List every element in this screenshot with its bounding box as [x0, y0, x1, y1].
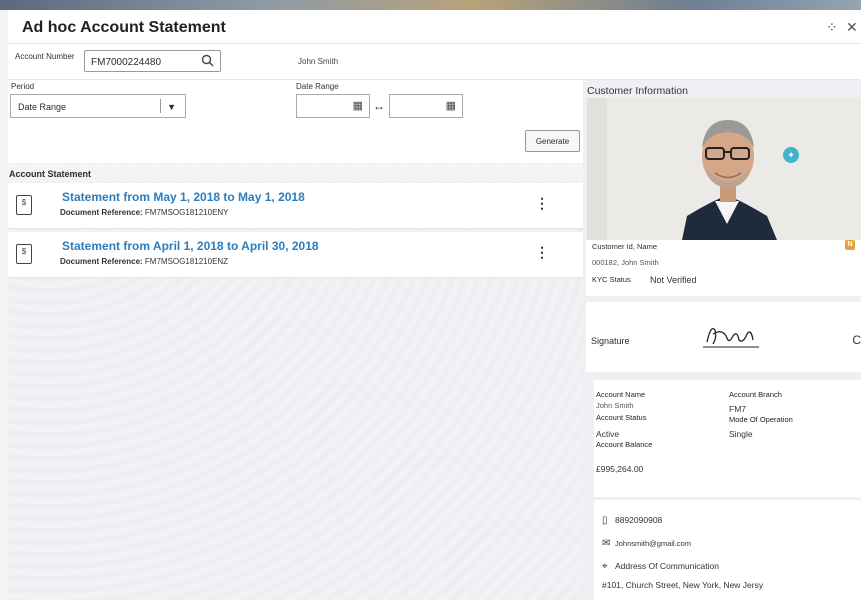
- customer-name: John Smith: [298, 57, 339, 66]
- phone-value: 8892090908: [615, 515, 663, 525]
- customer-panel: Customer Information ✦ Customer Id, Name…: [586, 80, 861, 600]
- customer-info-header: Customer Information: [586, 80, 861, 97]
- account-statement-header: Account Statement: [8, 164, 583, 182]
- assistant-icon[interactable]: ✦: [783, 147, 799, 163]
- period-select[interactable]: Date Range ▼: [10, 94, 186, 118]
- search-icon[interactable]: [201, 54, 214, 70]
- customer-id-card: Customer Id, Name N 000182, John Smith K…: [586, 240, 861, 296]
- document-reference-value: FM7MSOG181210ENZ: [144, 257, 229, 266]
- mode-of-operation-value: Single: [729, 429, 753, 439]
- generate-button[interactable]: Generate: [525, 130, 580, 152]
- account-branch-label: Account Branch: [729, 390, 782, 399]
- kyc-status-label: KYC Status: [592, 275, 631, 284]
- document-icon: $: [16, 244, 32, 264]
- signature-extra-text: C: [852, 333, 861, 347]
- calendar-icon[interactable]: ▦: [446, 99, 456, 112]
- statement-window: Ad hoc Account Statement ⁘ ✕ Account Num…: [8, 10, 861, 600]
- signature-label: Signature: [591, 336, 630, 346]
- statement-title[interactable]: Statement from May 1, 2018 to May 1, 201…: [62, 190, 305, 204]
- contact-card: ▯ 8892090908 ✉ Johnsmith@gmail.com ⌖ Addres…: [594, 500, 861, 600]
- address-label: Address Of Communication: [615, 561, 719, 571]
- document-reference: Document Reference: FM7MSOG181210ENZ: [60, 257, 228, 266]
- document-reference: Document Reference: FM7MSOG181210ENY: [60, 208, 229, 217]
- date-range-label: Date Range: [296, 82, 339, 91]
- signature-image: [703, 327, 759, 348]
- location-icon: ⌖: [602, 561, 608, 572]
- kebab-menu-icon[interactable]: ⋮: [535, 195, 549, 212]
- status-badge: N: [845, 240, 855, 250]
- chevron-down-icon[interactable]: ▼: [167, 102, 176, 112]
- document-reference-label: Document Reference:: [60, 208, 143, 217]
- account-name-label: Account Name: [596, 390, 646, 399]
- kyc-status-value: Not Verified: [650, 275, 697, 285]
- account-number-value: FM7000224480: [91, 57, 162, 68]
- document-reference-label: Document Reference:: [60, 257, 143, 266]
- calendar-icon[interactable]: ▦: [353, 99, 363, 112]
- mode-of-operation-label: Mode Of Operation: [729, 415, 793, 424]
- phone-icon: ▯: [602, 515, 608, 526]
- period-label: Period: [11, 82, 35, 91]
- email-icon: ✉: [602, 538, 611, 549]
- account-branch-value: FM7: [729, 404, 746, 414]
- email-row: ✉ Johnsmith@gmail.com: [602, 538, 691, 549]
- customer-id-name-value: 000182, John Smith: [592, 258, 659, 267]
- account-number-input[interactable]: FM7000224480: [84, 50, 221, 72]
- address-label-row: ⌖ Address Of Communication: [602, 561, 719, 572]
- statement-area: Period Date Range ▼ Date Range ▦ ↔ ▦ Gen…: [8, 80, 583, 600]
- date-to-input[interactable]: ▦: [389, 94, 463, 118]
- account-balance-value: £995,264.00: [596, 464, 644, 474]
- account-details-card: Account Name John Smith Account Branch F…: [594, 380, 861, 497]
- kebab-menu-icon[interactable]: ⋮: [535, 244, 549, 261]
- range-arrow-icon: ↔: [373, 99, 385, 113]
- period-panel: Period Date Range ▼ Date Range ▦ ↔ ▦ Gen…: [8, 80, 583, 163]
- address-value: #101, Church Street, New York, New Jersy: [602, 580, 764, 590]
- account-bar: Account Number FM7000224480 John Smith: [8, 44, 861, 80]
- statement-title[interactable]: Statement from April 1, 2018 to April 30…: [62, 239, 319, 253]
- account-balance-label: Account Balance: [596, 440, 653, 449]
- phone-row: ▯ 8892090908: [602, 515, 662, 526]
- document-icon: $: [16, 195, 32, 215]
- account-status-label: Account Status: [596, 413, 647, 422]
- customer-id-name-label: Customer Id, Name: [592, 242, 658, 251]
- page-title: Ad hoc Account Statement: [22, 19, 226, 36]
- background-strip: [0, 0, 861, 10]
- customer-photo: ✦: [587, 98, 861, 240]
- document-reference-value: FM7MSOG181210ENY: [144, 208, 229, 217]
- date-from-input[interactable]: ▦: [296, 94, 370, 118]
- statement-item[interactable]: $ Statement from May 1, 2018 to May 1, 2…: [8, 183, 583, 229]
- title-bar: Ad hoc Account Statement ⁘ ✕: [8, 10, 861, 44]
- account-status-value: Active: [596, 429, 620, 439]
- signature-card: Signature C: [586, 302, 861, 372]
- select-divider: [160, 99, 161, 113]
- account-name-value: John Smith: [596, 401, 634, 410]
- period-selected-value: Date Range: [18, 102, 67, 112]
- statement-item[interactable]: $ Statement from April 1, 2018 to April …: [8, 232, 583, 278]
- account-number-label: Account Number: [15, 52, 75, 61]
- collapse-icon[interactable]: ⁘: [826, 19, 838, 36]
- email-value[interactable]: Johnsmith@gmail.com: [615, 539, 691, 548]
- close-icon[interactable]: ✕: [846, 19, 858, 36]
